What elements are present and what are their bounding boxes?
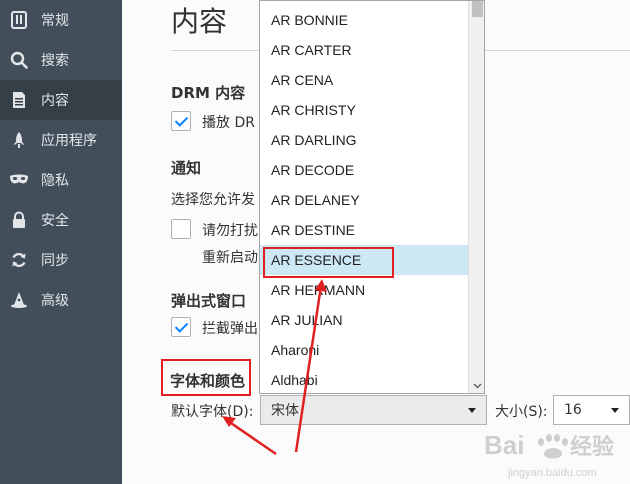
svg-text:Bai: Bai	[484, 430, 524, 460]
baidu-jingyan-watermark: Bai 经验 jingyan.baidu.com	[484, 430, 614, 479]
svg-text:经验: 经验	[570, 434, 614, 460]
annotation-arrows	[222, 279, 327, 456]
svg-text:jingyan.baidu.com: jingyan.baidu.com	[507, 467, 597, 479]
arrow-to-selected-option-icon	[294, 279, 327, 453]
arrow-to-default-font-icon	[222, 416, 277, 456]
